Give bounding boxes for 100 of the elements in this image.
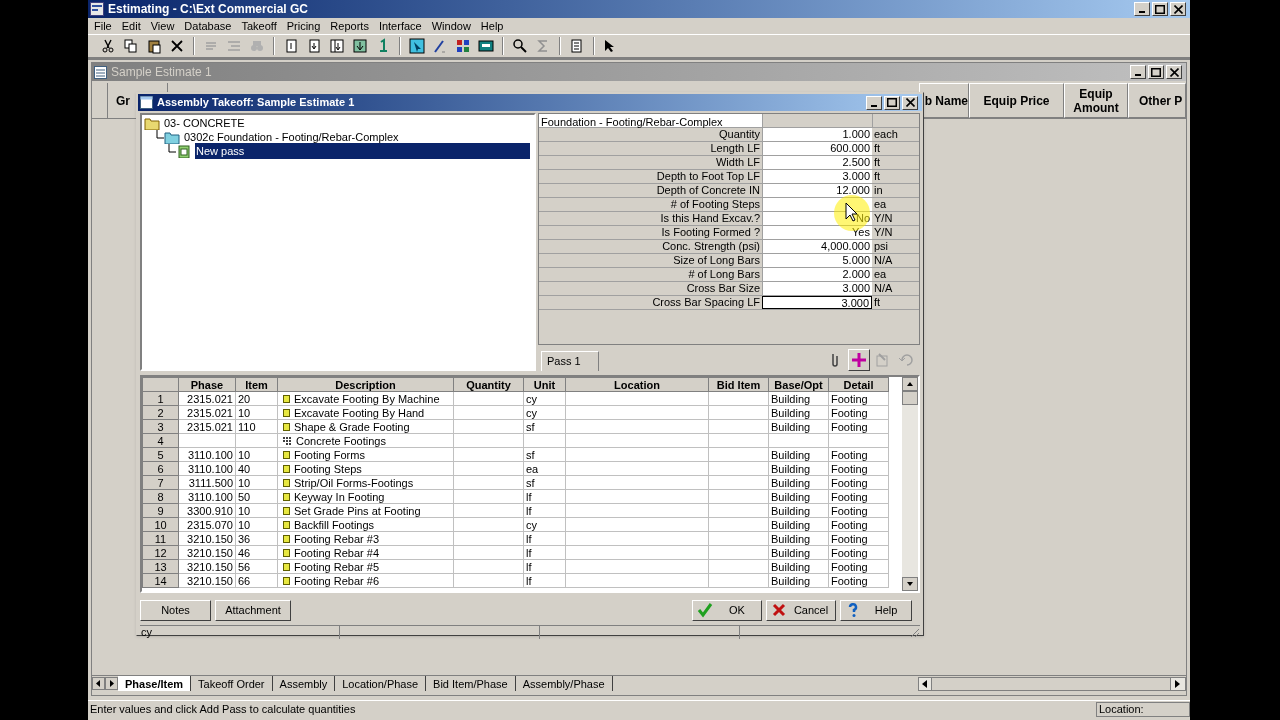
column-header[interactable]: Bid Item: [708, 377, 769, 392]
table-cell: 3110.100: [187, 490, 233, 503]
horizontal-scrollbar[interactable]: [918, 676, 1186, 691]
pencil-icon[interactable]: [432, 38, 448, 54]
column-header[interactable]: Equip Amount: [1064, 83, 1128, 118]
table-cell: Footing: [831, 504, 868, 517]
cancel-button[interactable]: Cancel: [766, 599, 836, 621]
resize-grip-icon[interactable]: [908, 626, 920, 638]
column-header[interactable]: Other P: [1128, 83, 1186, 118]
scroll-right-button[interactable]: [105, 677, 118, 690]
insert-list-icon[interactable]: [329, 38, 345, 54]
insert-icon[interactable]: [283, 38, 299, 54]
menu-item[interactable]: Reports: [330, 17, 369, 35]
property-value-field[interactable]: Yes: [762, 226, 872, 239]
property-value-field[interactable]: [762, 198, 872, 211]
column-header[interactable]: Description: [277, 377, 454, 392]
close-icon: [1173, 4, 1183, 14]
table-cell: 66: [238, 574, 251, 587]
menu-item[interactable]: Database: [184, 17, 232, 35]
property-label: Depth to Foot Top LF: [655, 170, 761, 183]
minimize-button[interactable]: [866, 95, 882, 110]
minimize-button[interactable]: [1130, 65, 1146, 79]
menu-item[interactable]: Window: [431, 17, 471, 35]
close-button[interactable]: [1166, 65, 1182, 79]
maximize-button[interactable]: [1152, 2, 1168, 16]
property-value-field[interactable]: 600.000: [762, 142, 872, 155]
table-cell: sf: [526, 448, 535, 461]
menu-item[interactable]: Edit: [121, 17, 141, 35]
insert-below-icon[interactable]: [306, 38, 322, 54]
column-header[interactable]: Item: [235, 377, 278, 392]
column-header[interactable]: Quantity: [453, 377, 524, 392]
menu-item[interactable]: Takeoff: [241, 17, 277, 35]
table-cell: Shape & Grade Footing: [294, 420, 410, 433]
monitor-icon[interactable]: [478, 38, 494, 54]
help-button[interactable]: Help: [840, 599, 912, 621]
cut-icon[interactable]: [100, 38, 116, 54]
maximize-button[interactable]: [1148, 65, 1164, 79]
table-cell: Building: [771, 532, 811, 545]
x-icon: [771, 602, 787, 618]
menu-item[interactable]: File: [94, 17, 112, 35]
menu-item[interactable]: Help: [480, 17, 504, 35]
text-button[interactable]: Attachment: [215, 599, 291, 621]
table-cell: Footing Rebar #4: [294, 546, 379, 559]
property-value-field[interactable]: 3.000: [762, 170, 872, 183]
table-cell: ea: [526, 462, 539, 475]
arrow-down-icon[interactable]: [902, 577, 918, 591]
maximize-button[interactable]: [884, 95, 900, 110]
unit-label: N/A: [873, 282, 894, 295]
select-pointer-icon[interactable]: [409, 38, 425, 54]
tree-item[interactable]: New pass: [195, 142, 530, 160]
close-button[interactable]: [1170, 2, 1186, 16]
text-button[interactable]: Notes: [140, 599, 211, 621]
minimize-button[interactable]: [1134, 2, 1150, 16]
property-value-field[interactable]: 3.000: [762, 282, 872, 295]
menu-item[interactable]: Pricing: [286, 17, 321, 35]
blocks-icon[interactable]: [455, 38, 471, 54]
sheet-tab[interactable]: Phase/Item: [118, 676, 192, 691]
scrollbar-thumb[interactable]: [902, 391, 918, 405]
table-cell: 3210.150: [187, 546, 233, 559]
report-icon[interactable]: [569, 38, 585, 54]
pass-tab[interactable]: Pass 1: [541, 351, 599, 371]
search-icon[interactable]: [512, 38, 528, 54]
unit-label: ft: [873, 142, 882, 155]
close-button[interactable]: [902, 95, 918, 110]
delete-icon[interactable]: [169, 38, 185, 54]
property-value-field[interactable]: 4,000.000: [762, 240, 872, 253]
scroll-left-button[interactable]: [92, 677, 105, 690]
property-value-field[interactable]: 2.000: [762, 268, 872, 281]
copy-down-icon[interactable]: [352, 38, 368, 54]
property-value-field[interactable]: 5.000: [762, 254, 872, 267]
vertical-scrollbar[interactable]: [902, 377, 918, 591]
property-value-field[interactable]: 12.000: [762, 184, 872, 197]
property-value-field[interactable]: 1.000: [762, 128, 872, 141]
table-cell: 3110.100: [187, 462, 233, 475]
property-value-field[interactable]: 2.500: [762, 156, 872, 169]
property-label: Width LF: [715, 156, 761, 169]
paste-icon[interactable]: [146, 38, 162, 54]
column-header[interactable]: Location: [565, 377, 709, 392]
column-header[interactable]: Base/Opt: [768, 377, 829, 392]
table-cell: 46: [238, 546, 251, 559]
document-icon: [94, 65, 107, 79]
property-label: Length LF: [709, 142, 761, 155]
table-cell: 2315.021: [187, 392, 233, 405]
plus-button[interactable]: [848, 349, 870, 371]
column-header[interactable]: Phase: [178, 377, 236, 392]
unit-label: ft: [873, 296, 882, 309]
table-cell: Keyway In Footing: [294, 490, 385, 503]
table-cell: cy: [526, 518, 537, 531]
column-header[interactable]: Equip Price: [969, 83, 1064, 118]
close-icon: [905, 98, 915, 107]
column-header[interactable]: Unit: [523, 377, 566, 392]
table-cell: Footing Steps: [294, 462, 362, 475]
ok-button[interactable]: OK: [692, 599, 762, 621]
menu-item[interactable]: Interface: [378, 17, 422, 35]
arrow-right-icon: [108, 680, 115, 687]
arrow-up-icon[interactable]: [902, 377, 918, 391]
menu-item[interactable]: View: [150, 17, 175, 35]
property-value-field[interactable]: 3.000: [762, 296, 872, 309]
column-header[interactable]: Detail: [828, 377, 889, 392]
copy-icon[interactable]: [123, 38, 139, 54]
